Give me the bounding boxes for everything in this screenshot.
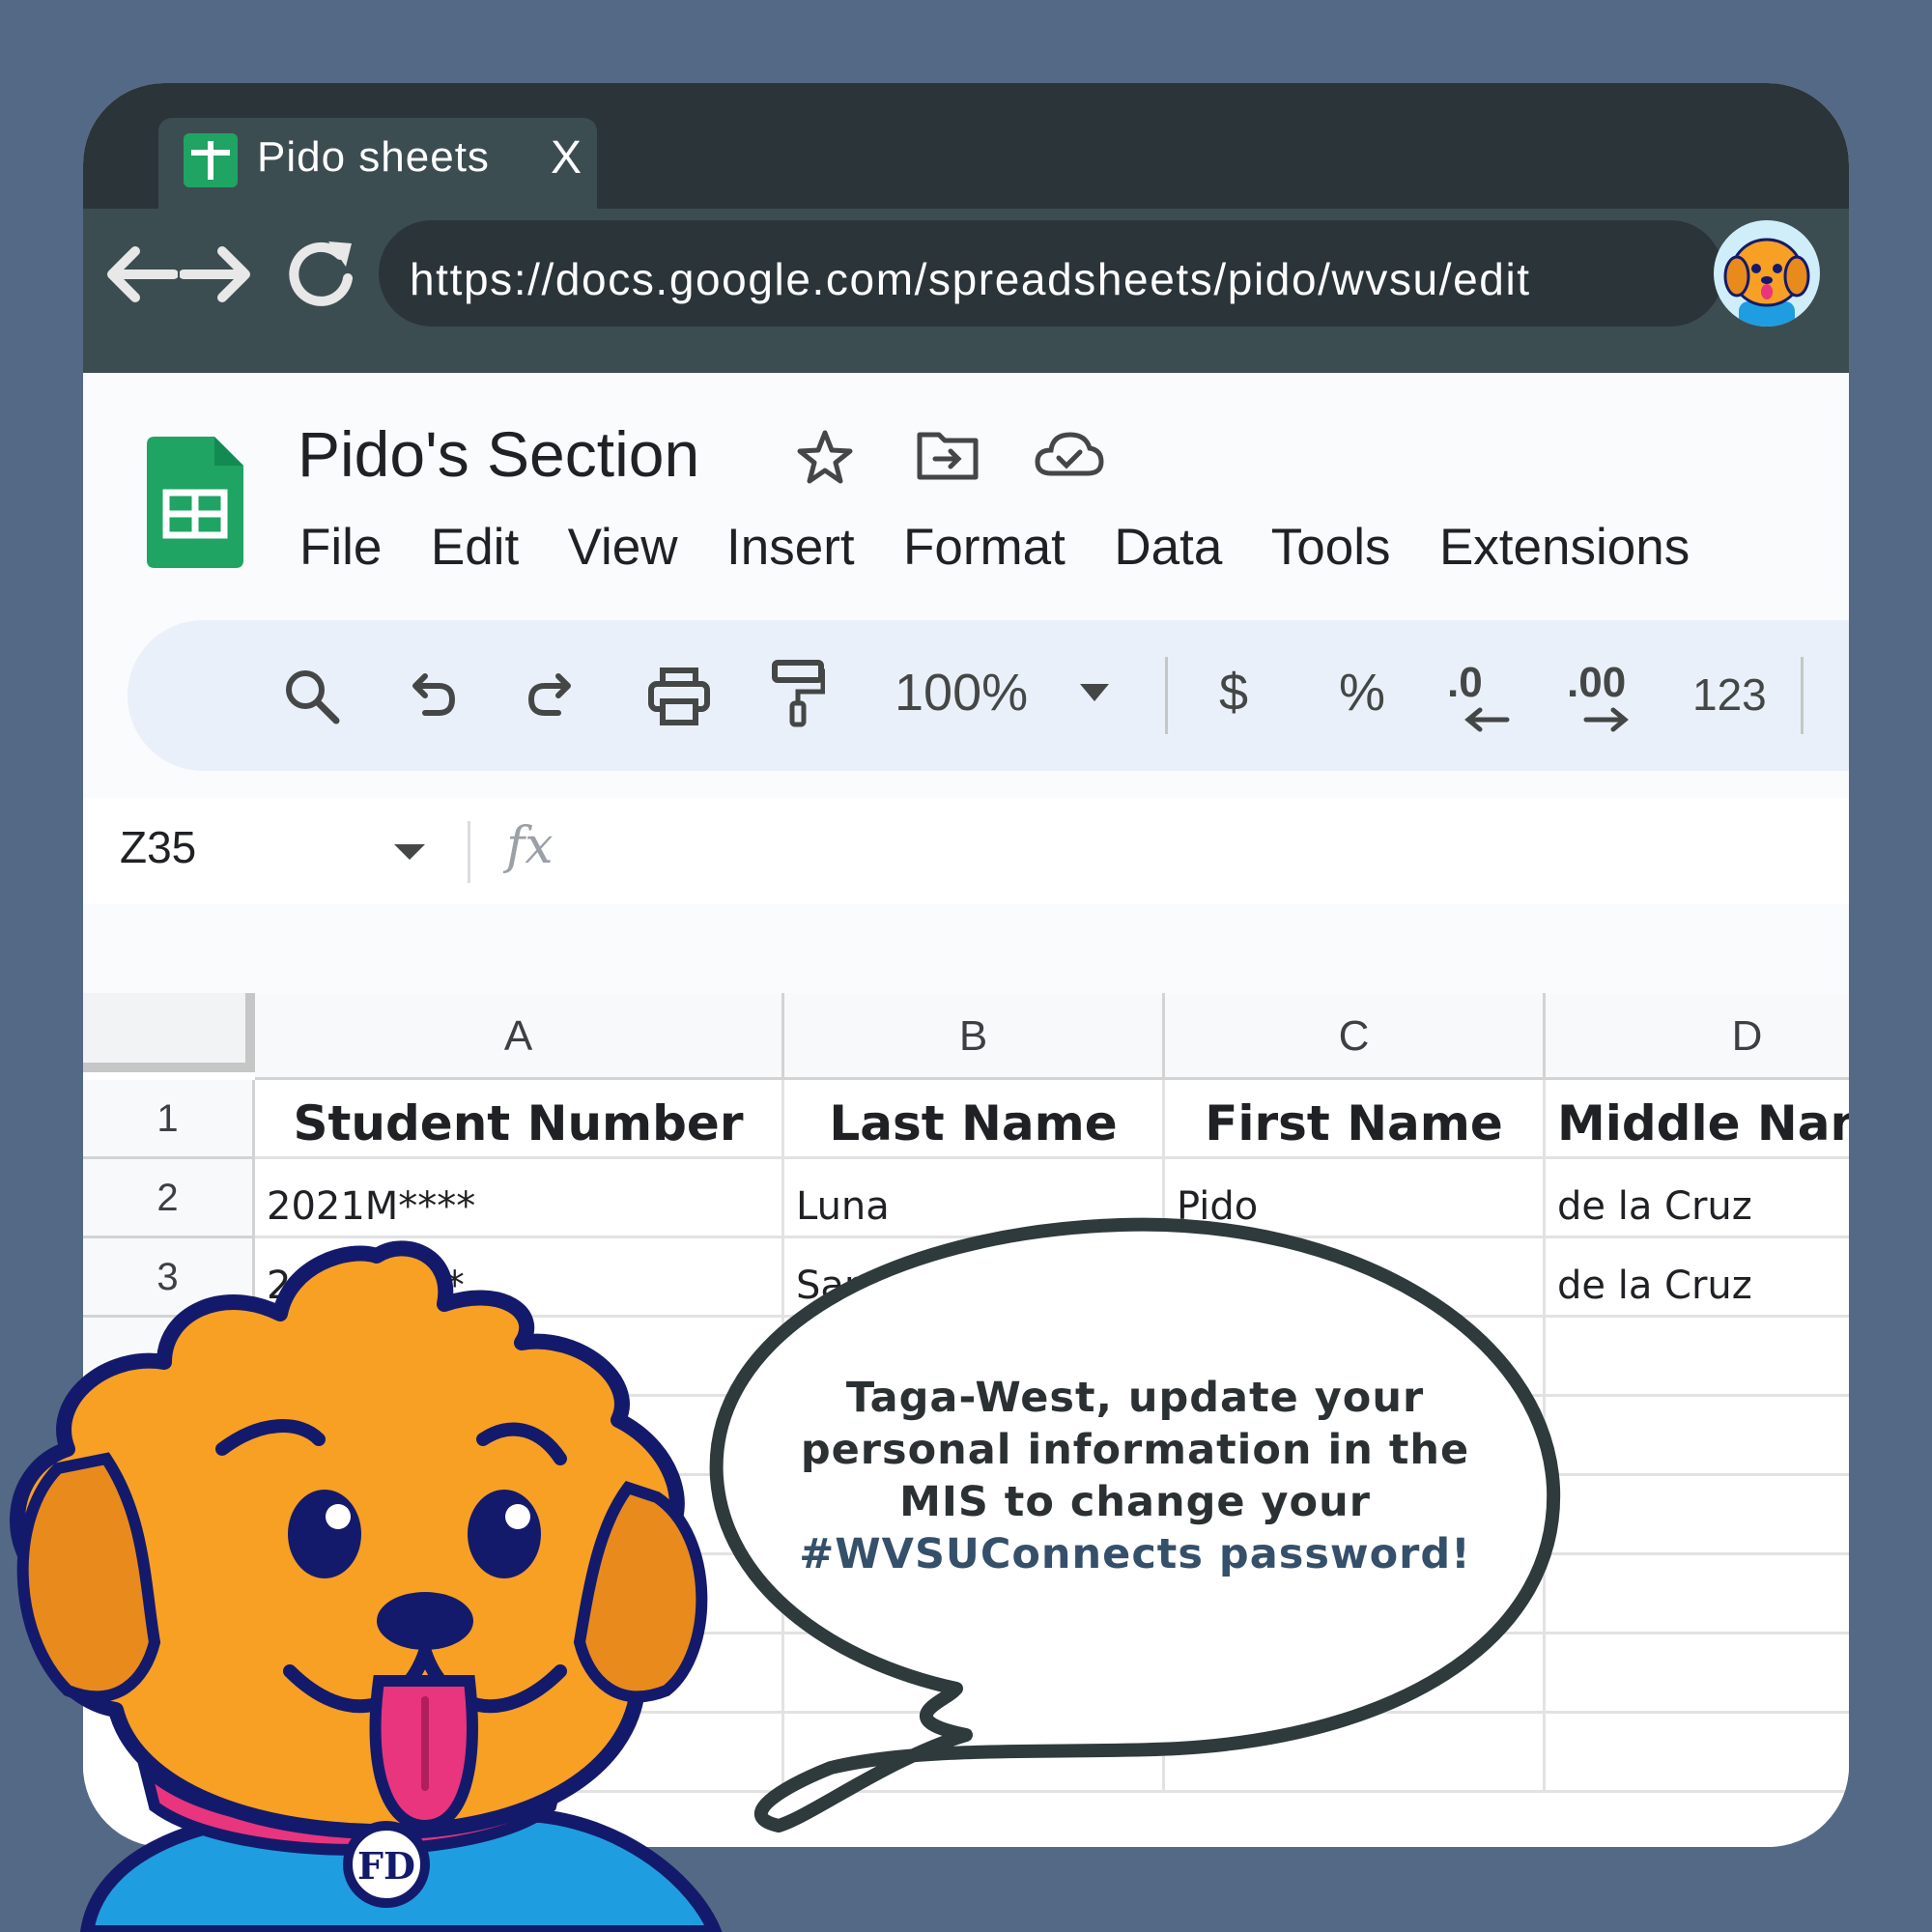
toolbar-divider (1165, 657, 1168, 734)
increase-decimal-arrow-icon (1583, 707, 1629, 732)
select-all-corner[interactable] (83, 993, 255, 1072)
menu-data[interactable]: Data (1114, 518, 1222, 577)
formula-divider (468, 821, 470, 883)
cell-d7[interactable] (1546, 1555, 1849, 1634)
column-header-b[interactable]: B (784, 993, 1165, 1080)
row-header-1[interactable]: 1 (83, 1080, 255, 1159)
bubble-line-1: Taga-West, update your (845, 1374, 1425, 1422)
address-bar-row: https://docs.google.com/spreadsheets/pid… (83, 209, 1849, 373)
column-header-d[interactable]: D (1546, 993, 1849, 1080)
column-header-a[interactable]: A (255, 993, 784, 1080)
speech-bubble-text: Taga-West, update your personal informat… (763, 1372, 1507, 1580)
search-icon[interactable] (282, 667, 342, 726)
browser-tab[interactable]: Pido sheets X (158, 118, 597, 209)
menu-extensions[interactable]: Extensions (1439, 518, 1690, 577)
cell-d6[interactable] (1546, 1476, 1849, 1555)
google-sheets-logo-icon[interactable] (147, 437, 243, 568)
formula-bar: Z35 fx (83, 798, 1849, 904)
url-field[interactable]: https://docs.google.com/spreadsheets/pid… (379, 220, 1723, 327)
menu-edit[interactable]: Edit (431, 518, 519, 577)
menu-bar: File Edit View Insert Format Data Tools … (299, 518, 1734, 577)
cell-d8[interactable] (1546, 1634, 1849, 1714)
cell-c1[interactable]: First Name (1165, 1080, 1546, 1159)
cell-d9[interactable] (1546, 1714, 1849, 1793)
cell-d1[interactable]: Middle Nan (1546, 1080, 1849, 1159)
menu-format[interactable]: Format (903, 518, 1065, 577)
tab-bar: Pido sheets X (83, 83, 1849, 209)
reload-icon[interactable] (280, 234, 363, 317)
document-title[interactable]: Pido's Section (298, 417, 699, 491)
tab-close-button[interactable]: X (551, 131, 582, 185)
cell-b1[interactable]: Last Name (784, 1080, 1165, 1159)
mascot-badge-text: FD (357, 1844, 415, 1888)
tab-title: Pido sheets (257, 133, 490, 181)
number-format-button[interactable]: 123 (1692, 668, 1767, 721)
menu-insert[interactable]: Insert (726, 518, 855, 577)
profile-avatar[interactable] (1714, 220, 1820, 327)
undo-icon[interactable] (404, 667, 458, 721)
decrease-decimal-button[interactable]: .0 (1447, 659, 1483, 707)
back-arrow-icon[interactable] (102, 236, 178, 313)
name-box-dropdown-icon[interactable] (394, 844, 425, 860)
paint-format-icon[interactable] (771, 659, 825, 728)
zoom-dropdown-icon[interactable] (1080, 684, 1109, 703)
zoom-select[interactable]: 100% (895, 663, 1028, 723)
star-icon[interactable] (794, 427, 856, 489)
percent-format-button[interactable]: % (1339, 663, 1385, 723)
forward-arrow-icon[interactable] (180, 236, 255, 313)
fx-icon: fx (506, 817, 554, 875)
toolbar-divider (1801, 657, 1804, 734)
print-icon[interactable] (647, 667, 711, 726)
menu-tools[interactable]: Tools (1271, 518, 1391, 577)
cell-d2[interactable]: de la Cruz (1546, 1159, 1849, 1238)
dog-avatar-icon (1723, 238, 1810, 327)
menu-file[interactable]: File (299, 518, 382, 577)
cell-d3[interactable]: de la Cruz (1546, 1238, 1849, 1318)
redo-icon[interactable] (526, 667, 580, 721)
decrease-decimal-arrow-icon (1464, 707, 1510, 732)
bubble-line-3: MIS to change your (899, 1478, 1371, 1526)
column-header-c[interactable]: C (1165, 993, 1546, 1080)
sheets-favicon-icon (184, 133, 238, 187)
dog-mascot-illustration: FD (10, 1240, 723, 1932)
increase-decimal-button[interactable]: .00 (1567, 659, 1626, 707)
cloud-saved-icon[interactable] (1034, 427, 1105, 481)
bubble-line-4-hashtag: #WVSUConnects password! (799, 1530, 1471, 1578)
currency-format-button[interactable]: $ (1219, 663, 1248, 723)
name-box[interactable]: Z35 (120, 821, 196, 873)
cell-a1[interactable]: Student Number (255, 1080, 784, 1159)
menu-view[interactable]: View (568, 518, 678, 577)
cell-d4[interactable] (1546, 1318, 1849, 1397)
toolbar: 100% $ % .0 .00 123 De (128, 620, 1849, 771)
move-folder-icon[interactable] (916, 427, 980, 481)
bubble-line-2: personal information in the (800, 1426, 1470, 1474)
cell-d5[interactable] (1546, 1397, 1849, 1476)
